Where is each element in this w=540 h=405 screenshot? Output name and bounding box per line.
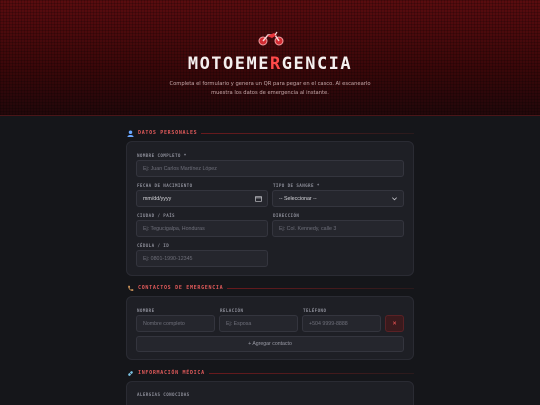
contact-phone-label: TELÉFONO	[303, 308, 327, 313]
section-title-contacts: CONTACTOS DE EMERGENCIA	[138, 285, 224, 291]
pill-icon	[126, 369, 134, 377]
address-label: DIRECCIÓN	[273, 213, 300, 218]
contact-name-input[interactable]: Nombre completo	[136, 315, 215, 332]
motorcycle-icon	[258, 31, 284, 46]
calendar-icon[interactable]	[255, 195, 262, 204]
contact-name-label: NOMBRE	[137, 308, 155, 313]
section-title-personal: DATOS PERSONALES	[138, 130, 198, 136]
city-input[interactable]: Ej: Tegucigalpa, Honduras	[136, 220, 268, 237]
delete-contact-button[interactable]: ✕	[385, 315, 404, 332]
chevron-down-icon	[391, 195, 398, 204]
app-subtitle: Completa el formulario y genera un QR pa…	[169, 81, 371, 96]
birth-date-value: mm/dd/yyyy	[143, 195, 172, 202]
section-header-personal: DATOS PERSONALES	[126, 128, 414, 138]
birth-date-label: FECHA DE NACIMIENTO	[137, 183, 193, 188]
full-name-input[interactable]: Ej: Juan Carlos Martínez López	[136, 160, 404, 177]
emergency-contacts-card: NOMBRE Nombre completo RELACIÓN Ej: Espo…	[126, 296, 414, 360]
add-contact-button[interactable]: + Agregar contacto	[136, 336, 404, 352]
allergies-label: ALERGIAS CONOCIDAS	[137, 392, 190, 397]
city-label: CIUDAD / PAÍS	[137, 213, 175, 218]
section-title-medical: INFORMACIÓN MÉDICA	[138, 370, 205, 376]
blood-type-select[interactable]: -- Seleccionar --	[272, 190, 404, 207]
personal-data-card: NOMBRE COMPLETO * Ej: Juan Carlos Martín…	[126, 141, 414, 276]
medical-info-card: ALERGIAS CONOCIDAS	[126, 381, 414, 405]
phone-icon	[126, 284, 134, 292]
hero-header: MOTOEMERGENCIA Completa el formulario y …	[0, 0, 540, 116]
id-number-label: CÉDULA / ID	[137, 243, 170, 248]
title-part-1: MOTOEME	[187, 54, 270, 74]
section-divider	[227, 287, 414, 289]
blood-type-label: TIPO DE SANGRE *	[273, 183, 320, 188]
title-accent-letter: R	[269, 54, 282, 74]
address-input[interactable]: Ej: Col. Kennedy, calle 3	[272, 220, 404, 237]
close-icon: ✕	[392, 320, 397, 327]
person-icon	[126, 129, 134, 137]
contact-phone-input[interactable]: +504 9999-8888	[302, 315, 381, 332]
title-part-2: GENCIA	[281, 54, 353, 74]
section-header-medical: INFORMACIÓN MÉDICA	[126, 368, 414, 378]
app-title: MOTOEMERGENCIA	[0, 54, 540, 74]
section-header-contacts: CONTACTOS DE EMERGENCIA	[126, 283, 414, 293]
section-divider	[208, 372, 414, 374]
id-number-input[interactable]: Ej: 0801-1990-12345	[136, 250, 268, 267]
contact-relation-input[interactable]: Ej: Esposa	[219, 315, 298, 332]
contact-relation-label: RELACIÓN	[220, 308, 244, 313]
birth-date-input[interactable]: mm/dd/yyyy	[136, 190, 268, 207]
section-divider	[201, 132, 414, 134]
blood-type-value: -- Seleccionar --	[279, 195, 317, 202]
full-name-label: NOMBRE COMPLETO *	[137, 153, 187, 158]
